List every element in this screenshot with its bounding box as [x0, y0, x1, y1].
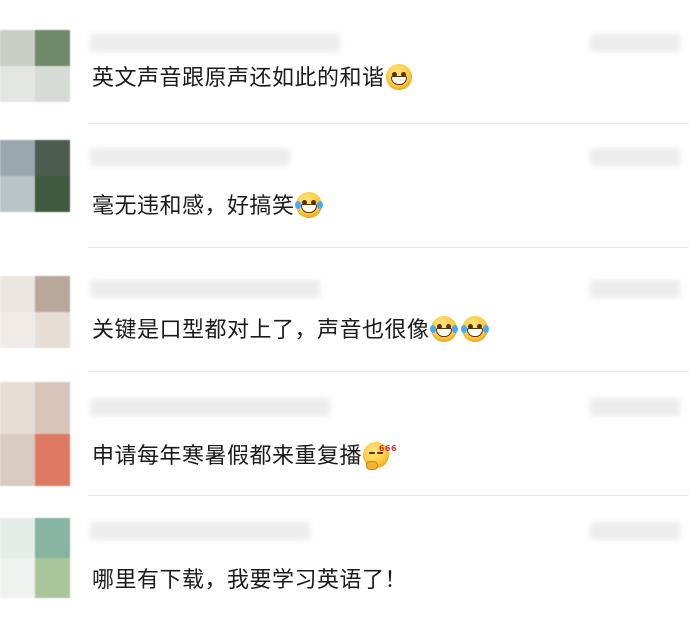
avatar[interactable] [0, 276, 70, 348]
comment-body: 哪里有下载，我要学习英语了！ [92, 568, 408, 593]
blurred-meta [590, 398, 680, 416]
comment-text: 关键是口型都对上了，声音也很像 [92, 316, 489, 346]
comment-item[interactable]: 关键是口型都对上了，声音也很像 [0, 248, 689, 372]
comment-text: 申请每年寒暑假都来重复播 666 [92, 442, 397, 472]
comment-body: 毫无违和感，好搞笑 [92, 194, 295, 219]
comment-item[interactable]: 英文声音跟原声还如此的和谐 [0, 0, 689, 124]
avatar[interactable] [0, 30, 70, 102]
comment-body: 关键是口型都对上了，声音也很像 [92, 318, 430, 343]
blurred-meta [590, 148, 680, 166]
laugh-cry-icon [294, 192, 323, 218]
comment-item[interactable]: 毫无违和感，好搞笑 [0, 124, 689, 248]
blurred-username [90, 398, 330, 416]
comment-item[interactable]: 哪里有下载，我要学习英语了！ [0, 496, 689, 620]
emoji-tag: 666 [378, 444, 398, 453]
comment-item[interactable]: 申请每年寒暑假都来重复播 666 [0, 372, 689, 496]
thinking-666-icon: 666 [363, 442, 397, 470]
laugh-cry-icon [460, 316, 489, 342]
comment-body: 申请每年寒暑假都来重复播 [92, 444, 363, 469]
comment-body: 英文声音跟原声还如此的和谐 [92, 66, 385, 91]
blurred-meta [590, 280, 680, 298]
blurred-username [90, 34, 340, 52]
avatar[interactable] [0, 140, 70, 212]
blurred-username [90, 522, 310, 540]
avatar[interactable] [0, 518, 70, 598]
comment-text: 英文声音跟原声还如此的和谐 [92, 64, 412, 94]
grin-icon [385, 64, 412, 90]
comment-text: 哪里有下载，我要学习英语了！ [92, 566, 407, 596]
blurred-meta [590, 34, 680, 52]
avatar[interactable] [0, 382, 70, 486]
blurred-username [90, 148, 290, 166]
comment-text: 毫无违和感，好搞笑 [92, 192, 323, 222]
blurred-username [90, 280, 320, 298]
blurred-meta [590, 522, 680, 540]
laugh-cry-icon [429, 316, 458, 342]
